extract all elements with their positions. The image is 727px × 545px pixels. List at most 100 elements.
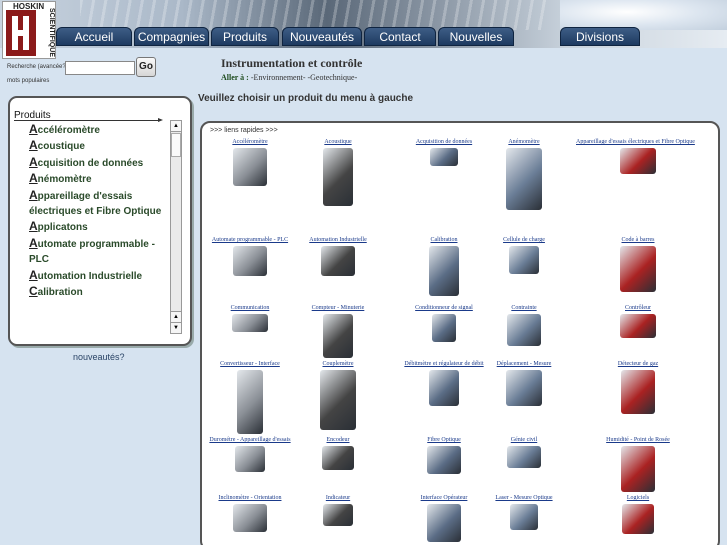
product-category-image[interactable]	[621, 370, 655, 414]
product-category-image[interactable]	[622, 504, 654, 534]
tab-contact[interactable]: Contact	[364, 27, 436, 46]
product-category-link[interactable]: Anémomètre	[474, 139, 574, 145]
tab-nouveautes[interactable]: Nouveautés	[282, 27, 362, 46]
product-category-tile[interactable]: Logiciels	[588, 495, 688, 534]
product-menu-item[interactable]: Applicatons	[29, 219, 164, 235]
product-category-link[interactable]: Indicateur	[288, 495, 388, 501]
product-category-link[interactable]: Automate programmable - PLC	[200, 237, 300, 243]
product-category-tile[interactable]: Détecteur de gaz	[588, 361, 688, 414]
goto-links[interactable]: -Environnement- -Geotechnique-	[251, 73, 357, 82]
product-category-link[interactable]: Convertisseur - Interface	[200, 361, 300, 367]
product-category-tile[interactable]: Humidité - Point de Rosée	[588, 437, 688, 492]
product-category-image[interactable]	[233, 246, 267, 276]
product-category-link[interactable]: Humidité - Point de Rosée	[588, 437, 688, 443]
product-category-tile[interactable]: Génie civil	[474, 437, 574, 468]
product-category-image[interactable]	[427, 446, 461, 474]
product-category-tile[interactable]: Déplacement - Mesure	[474, 361, 574, 406]
popular-words-link[interactable]: mots populaires	[7, 78, 49, 84]
product-menu-item[interactable]: Accéléromètre	[29, 122, 164, 138]
product-category-image[interactable]	[507, 446, 541, 468]
product-category-image[interactable]	[323, 504, 353, 526]
product-menu-item[interactable]: Automate programmable - PLC	[29, 236, 164, 268]
tab-produits[interactable]: Produits	[211, 27, 279, 46]
hoskin-logo[interactable]: HOSKIN SCIENTIFIQUE	[2, 1, 56, 59]
tab-divisions[interactable]: Divisions	[560, 27, 640, 46]
product-category-image[interactable]	[323, 148, 353, 206]
product-menu-item[interactable]: Acquisition de données	[29, 155, 164, 171]
products-scrollbar[interactable]: ▲ ▲ ▼	[170, 120, 182, 334]
product-category-link[interactable]: Contrôleur	[588, 305, 688, 311]
search-input[interactable]	[65, 61, 135, 75]
product-category-link[interactable]: Inclinomètre - Orientation	[200, 495, 300, 501]
product-category-image[interactable]	[323, 314, 353, 358]
nouveautes-link[interactable]: nouveautés?	[73, 352, 125, 362]
product-category-link[interactable]: Logiciels	[588, 495, 688, 501]
product-category-link[interactable]: Détecteur de gaz	[588, 361, 688, 367]
product-category-link[interactable]: Déplacement - Mesure	[474, 361, 574, 367]
product-category-image[interactable]	[320, 370, 356, 430]
product-category-image[interactable]	[507, 314, 541, 346]
product-menu-item[interactable]: Automation Industrielle	[29, 268, 164, 284]
product-category-link[interactable]: Contrainte	[474, 305, 574, 311]
product-category-tile[interactable]: Indicateur	[288, 495, 388, 526]
product-menu-item[interactable]: Acoustique	[29, 138, 164, 154]
product-category-image[interactable]	[506, 370, 542, 406]
product-category-link[interactable]: Compteur - Minuterie	[288, 305, 388, 311]
product-category-tile[interactable]: Contrôleur	[588, 305, 688, 338]
product-category-image[interactable]	[509, 246, 539, 274]
product-category-tile[interactable]: Couplemètre	[288, 361, 388, 430]
product-category-image[interactable]	[432, 314, 456, 342]
product-category-image[interactable]	[237, 370, 263, 434]
product-category-tile[interactable]: Convertisseur - Interface	[200, 361, 300, 434]
scroll-down-arrow-icon[interactable]: ▼	[171, 322, 181, 333]
product-category-image[interactable]	[621, 446, 655, 492]
go-button[interactable]: Go	[136, 57, 156, 77]
product-category-image[interactable]	[620, 314, 656, 338]
tab-accueil[interactable]: Accueil	[56, 27, 132, 46]
product-menu-item[interactable]: Anémomètre	[29, 171, 164, 187]
product-category-tile[interactable]: Laser - Mesure Optique	[474, 495, 574, 530]
product-category-link[interactable]: Automation Industrielle	[288, 237, 388, 243]
product-category-tile[interactable]: Compteur - Minuterie	[288, 305, 388, 358]
product-category-image[interactable]	[235, 446, 265, 472]
product-category-tile[interactable]: Durométre - Appareillage d'essais	[200, 437, 300, 472]
product-category-image[interactable]	[427, 504, 461, 542]
product-menu-item[interactable]: Appareillage d'essais électriques et Fib…	[29, 188, 164, 220]
product-category-tile[interactable]: Encodeur	[288, 437, 388, 470]
product-category-link[interactable]: Encodeur	[288, 437, 388, 443]
product-category-link[interactable]: Couplemètre	[288, 361, 388, 367]
product-menu-item[interactable]: Calibration	[29, 284, 164, 300]
tab-nouvelles[interactable]: Nouvelles	[438, 27, 514, 46]
scroll-thumb[interactable]	[171, 133, 181, 157]
product-category-link[interactable]: Génie civil	[474, 437, 574, 443]
product-category-link[interactable]: Appareillage d'essais électriques et Fib…	[576, 139, 695, 145]
tab-compagnies[interactable]: Compagnies	[134, 27, 209, 46]
product-category-image[interactable]	[620, 246, 656, 292]
product-category-image[interactable]	[510, 504, 538, 530]
product-category-image[interactable]	[321, 246, 355, 276]
scroll-up-arrow-icon[interactable]: ▲	[171, 121, 181, 132]
product-category-link[interactable]: Laser - Mesure Optique	[474, 495, 574, 501]
product-category-image[interactable]	[233, 504, 267, 532]
product-category-tile[interactable]: Automate programmable - PLC	[200, 237, 300, 276]
product-category-image[interactable]	[233, 148, 267, 186]
product-category-tile[interactable]: Anémomètre	[474, 139, 574, 210]
product-category-image[interactable]	[429, 246, 459, 296]
product-category-image[interactable]	[322, 446, 354, 470]
product-category-image[interactable]	[430, 148, 458, 166]
product-category-image[interactable]	[506, 148, 542, 210]
product-category-link[interactable]: Durométre - Appareillage d'essais	[200, 437, 300, 443]
product-category-link[interactable]: Accéléromètre	[200, 139, 300, 145]
product-category-link[interactable]: Acoustique	[288, 139, 388, 145]
scroll-down-arrow-icon-upper[interactable]: ▲	[171, 311, 181, 322]
product-category-tile[interactable]: Appareillage d'essais électriques et Fib…	[576, 139, 695, 174]
product-category-tile[interactable]: Communication	[200, 305, 300, 332]
product-category-image[interactable]	[429, 370, 459, 406]
product-category-link[interactable]: Code à barres	[588, 237, 688, 243]
product-category-tile[interactable]: Code à barres	[588, 237, 688, 292]
product-category-tile[interactable]: Inclinomètre - Orientation	[200, 495, 300, 532]
product-category-tile[interactable]: Automation Industrielle	[288, 237, 388, 276]
product-category-tile[interactable]: Cellule de charge	[474, 237, 574, 274]
product-category-tile[interactable]: Contrainte	[474, 305, 574, 346]
product-category-link[interactable]: Communication	[200, 305, 300, 311]
